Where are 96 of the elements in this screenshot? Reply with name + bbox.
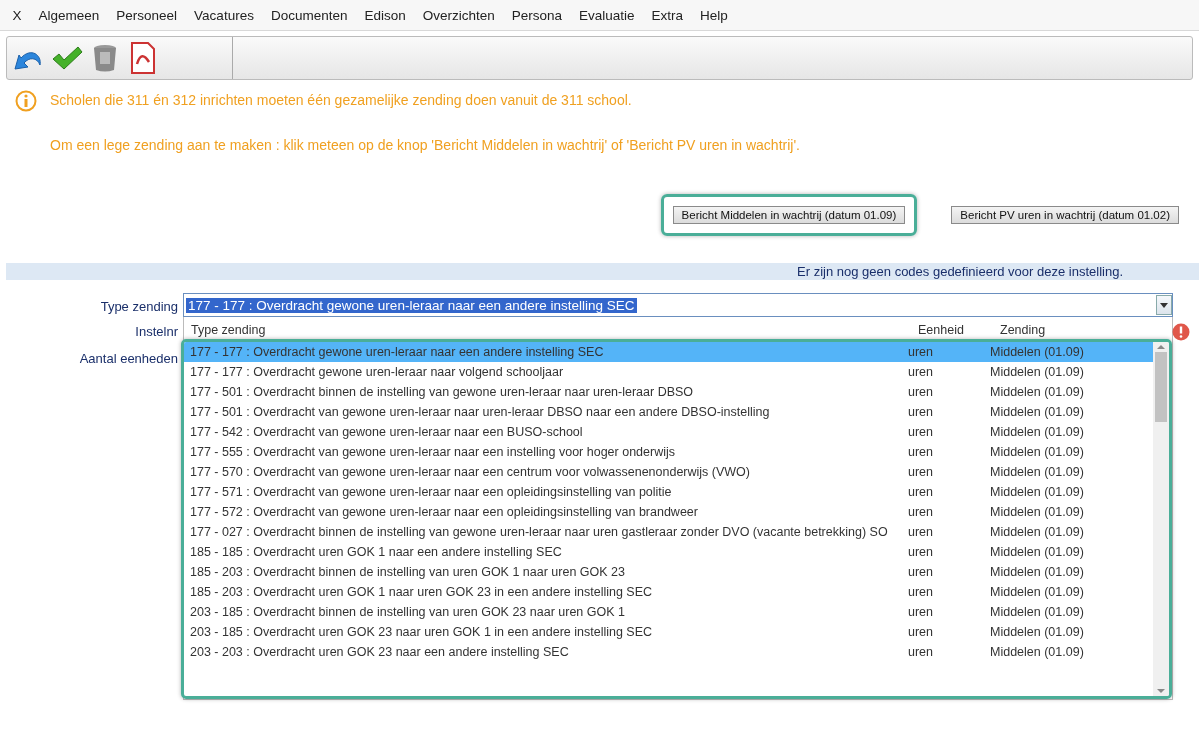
table-cell-text: Middelen (01.09) — [990, 364, 1085, 380]
table-cell-text: 177 - 571 : Overdracht van gewone uren-leraar naar een opleidingsinstelling van politie — [190, 484, 673, 500]
table-cell-text: uren — [908, 644, 935, 660]
table-cell-text: Middelen (01.09) — [990, 584, 1085, 600]
column-header: Zending — [1000, 323, 1047, 337]
table-cell-text: Middelen (01.09) — [990, 624, 1085, 640]
dropdown-row[interactable]: 177 - 027 : Overdracht binnen de instelling van gewone uren-leraar naar uren gastleraar zonder DVO (vacante betrekking) SO uren Middelen (01.09) — [184, 522, 1153, 542]
selected-value: 177 - 177 : Overdracht gewone uren-leraar naar een andere instelling SEC — [186, 297, 637, 313]
menu-item[interactable]: Vacatures — [185, 7, 263, 23]
table-cell-text: Middelen (01.09) — [990, 524, 1085, 540]
table-cell-text: uren — [908, 444, 935, 460]
table-cell-text: uren — [908, 544, 935, 560]
queue-button[interactable]: Bericht Middelen in wachtrij (datum 01.09) — [672, 206, 906, 224]
scrollbar[interactable] — [1153, 342, 1169, 696]
table-cell-text: Middelen (01.09) — [990, 604, 1085, 620]
menu-item[interactable]: Help — [691, 7, 737, 23]
table-cell-text: Middelen (01.09) — [990, 344, 1085, 360]
menu-item[interactable]: Evaluatie — [570, 7, 644, 23]
column-header: Type zending — [191, 323, 267, 337]
dropdown-row[interactable]: 185 - 203 : Overdracht uren GOK 1 naar uren GOK 23 in een andere instelling SEC uren Middelen (01.09) — [184, 582, 1153, 602]
table-cell-text: uren — [908, 364, 935, 380]
table-cell-text: 177 - 177 : Overdracht gewone uren-leraar naar volgend schooljaar — [190, 364, 565, 380]
table-cell-text: 177 - 501 : Overdracht binnen de instelling van gewone uren-leraar naar uren-leraar DBSO — [190, 384, 695, 400]
dropdown-row[interactable]: 177 - 501 : Overdracht binnen de instelling van gewone uren-leraar naar uren-leraar DBSO uren Middelen (01.09) — [184, 382, 1153, 402]
scroll-thumb[interactable] — [1155, 352, 1167, 422]
table-cell-text: 185 - 203 : Overdracht binnen de instelling van uren GOK 1 naar uren GOK 23 — [190, 564, 626, 580]
table-cell-text: Middelen (01.09) — [990, 444, 1085, 460]
dropdown-row[interactable]: 177 - 177 : Overdracht gewone uren-leraar naar een andere instelling SEC uren Middelen (01.09) — [184, 342, 1153, 362]
dropdown-row[interactable]: 177 - 571 : Overdracht van gewone uren-leraar naar een opleidingsinstelling van politie uren Middelen (01.09) — [184, 482, 1153, 502]
column-header: Eenheid — [918, 323, 965, 337]
table-cell-text: Middelen (01.09) — [990, 644, 1085, 660]
table-cell-text: Middelen (01.09) — [990, 424, 1085, 440]
dropdown-row[interactable]: 203 - 185 : Overdracht uren GOK 23 naar uren GOK 1 in een andere instelling SEC uren Middelen (01.09) — [184, 622, 1153, 642]
table-cell-text: 203 - 185 : Overdracht uren GOK 23 naar uren GOK 1 in een andere instelling SEC — [190, 624, 654, 640]
dropdown-row[interactable]: 177 - 501 : Overdracht van gewone uren-leraar naar uren-leraar DBSO naar een andere DBSO-instelling uren Middelen (01.09) — [184, 402, 1153, 422]
menu-item[interactable]: Overzichten — [414, 7, 504, 23]
table-cell-text: uren — [908, 624, 935, 640]
table-cell-text: 177 - 542 : Overdracht van gewone uren-leraar naar een BUSO-school — [190, 424, 584, 440]
table-cell-text: Middelen (01.09) — [990, 464, 1085, 480]
dropdown-row[interactable]: 203 - 203 : Overdracht uren GOK 23 naar een andere instelling SEC uren Middelen (01.09) — [184, 642, 1153, 662]
table-cell-text: uren — [908, 344, 935, 360]
dropdown-row[interactable]: 185 - 185 : Overdracht uren GOK 1 naar een andere instelling SEC uren Middelen (01.09) — [184, 542, 1153, 562]
table-cell-text: Middelen (01.09) — [990, 384, 1085, 400]
info-icon — [15, 90, 37, 112]
checkmark-icon — [51, 45, 83, 71]
menu-item[interactable]: Algemeen — [30, 7, 108, 23]
table-cell-text: Middelen (01.09) — [990, 404, 1085, 420]
table-cell-text: uren — [908, 524, 935, 540]
table-cell-text: 177 - 570 : Overdracht van gewone uren-leraar naar een centrum voor volwassenenonderwijs (VWO) — [190, 464, 751, 480]
table-cell-text: 177 - 177 : Overdracht gewone uren-leraar naar een andere instelling SEC — [190, 344, 605, 360]
table-cell-text: uren — [908, 604, 935, 620]
dropdown-row[interactable]: 177 - 555 : Overdracht van gewone uren-leraar naar een instelling voor hoger onderwijs uren Middelen (01.09) — [184, 442, 1153, 462]
table-cell-text: 185 - 185 : Overdracht uren GOK 1 naar een andere instelling SEC — [190, 544, 563, 560]
dropdown-row[interactable]: 177 - 542 : Overdracht van gewone uren-leraar naar een BUSO-school uren Middelen (01.09) — [184, 422, 1153, 442]
band-text: Er zijn nog geen codes gedefinieerd voor deze instelling. — [797, 263, 1123, 280]
table-cell-text: Middelen (01.09) — [990, 564, 1085, 580]
table-cell-text: 203 - 185 : Overdracht binnen de instelling van uren GOK 23 naar uren GOK 1 — [190, 604, 626, 620]
field-label: Aantal eenheden — [79, 350, 178, 367]
dropdown-row[interactable]: 177 - 177 : Overdracht gewone uren-leraar naar volgend schooljaar uren Middelen (01.09) — [184, 362, 1153, 382]
menu-item[interactable]: Documenten — [262, 7, 356, 23]
table-cell-text: uren — [908, 384, 935, 400]
scroll-up-icon — [1157, 342, 1165, 352]
info-text: Scholen die 311 én 312 inrichten moeten één gezamelijke zending doen vanuit de 311 school. — [49, 91, 633, 110]
table-cell-text: Middelen (01.09) — [990, 504, 1085, 520]
info-text: Om een lege zending aan te maken : klik meteen op de knop 'Bericht Middelen in wachtrij' of 'Bericht PV uren in wachtrij'. — [49, 136, 801, 155]
field-label: Instelnr — [135, 323, 178, 340]
dropdown-arrow-button[interactable] — [1156, 295, 1172, 315]
dropdown-row[interactable]: 177 - 570 : Overdracht van gewone uren-leraar naar een centrum voor volwassenenonderwijs (VWO) uren Middelen (01.09) — [184, 462, 1153, 482]
menu-item[interactable]: X — [4, 7, 30, 23]
table-cell-text: 185 - 203 : Overdracht uren GOK 1 naar uren GOK 23 in een andere instelling SEC — [190, 584, 654, 600]
menu-item[interactable]: Persona — [503, 7, 571, 23]
menu-item[interactable]: Personeel — [107, 7, 186, 23]
table-cell-text: 177 - 555 : Overdracht van gewone uren-leraar naar een instelling voor hoger onderwijs — [190, 444, 676, 460]
menu-item[interactable]: Extra — [643, 7, 692, 23]
table-cell-text: uren — [908, 464, 935, 480]
table-cell-text: uren — [908, 424, 935, 440]
table-cell-text: uren — [908, 564, 935, 580]
table-cell-text: 203 - 203 : Overdracht uren GOK 23 naar een andere instelling SEC — [190, 644, 570, 660]
menu-item[interactable]: Edison — [355, 7, 415, 23]
pdf-document-icon — [130, 42, 156, 74]
dropdown-row[interactable]: 185 - 203 : Overdracht binnen de instelling van uren GOK 1 naar uren GOK 23 uren Middelen (01.09) — [184, 562, 1153, 582]
table-cell-text: uren — [908, 584, 935, 600]
dropdown-row[interactable]: 203 - 185 : Overdracht binnen de instelling van uren GOK 23 naar uren GOK 1 uren Middelen (01.09) — [184, 602, 1153, 622]
queue-button[interactable]: Bericht PV uren in wachtrij (datum 01.02) — [951, 206, 1179, 224]
table-cell-text: uren — [908, 404, 935, 420]
dropdown-row[interactable]: 177 - 572 : Overdracht van gewone uren-leraar naar een opleidingsinstelling van brandweer uren Middelen (01.09) — [184, 502, 1153, 522]
table-cell-text: 177 - 027 : Overdracht binnen de instelling van gewone uren-leraar naar uren gastleraar zonder DVO (vacante betrekking) SO — [190, 524, 889, 540]
table-cell-text: uren — [908, 484, 935, 500]
table-cell-text: Middelen (01.09) — [990, 484, 1085, 500]
table-cell-text: Middelen (01.09) — [990, 544, 1085, 560]
scroll-down-icon — [1157, 686, 1165, 696]
table-cell-text: uren — [908, 504, 935, 520]
table-cell-text: 177 - 501 : Overdracht van gewone uren-leraar naar uren-leraar DBSO naar een andere DBSO-instelling — [190, 404, 771, 420]
field-label: Type zending — [100, 298, 178, 315]
table-cell-text: 177 - 572 : Overdracht van gewone uren-leraar naar een opleidingsinstelling van brandweer — [190, 504, 699, 520]
caret-icon — [1160, 302, 1168, 308]
